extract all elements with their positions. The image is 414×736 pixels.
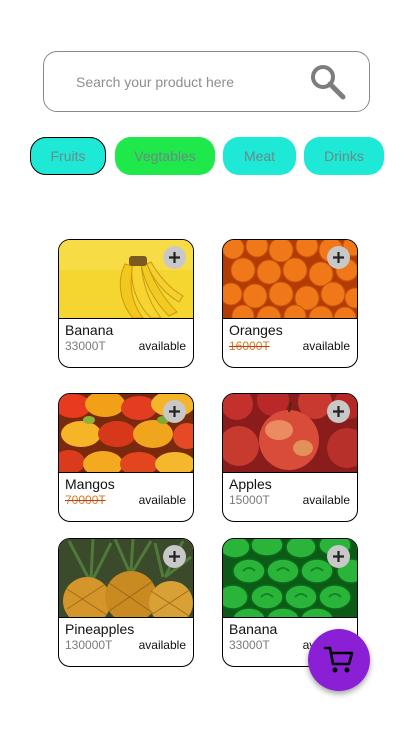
card-divider: [59, 617, 193, 618]
card-divider: [223, 472, 357, 473]
card-divider: [59, 472, 193, 473]
product-card[interactable]: Banana 33000T available: [58, 239, 194, 368]
product-name: Mangos: [65, 476, 115, 492]
card-divider: [223, 617, 357, 618]
plus-icon: [169, 551, 180, 562]
category-chip-drinks[interactable]: Drinks: [304, 137, 384, 175]
product-card[interactable]: Pineapples 130000T available: [58, 538, 194, 667]
plus-icon: [169, 406, 180, 417]
plus-icon: [169, 252, 180, 263]
plus-icon: [333, 252, 344, 263]
product-price: 15000T: [229, 493, 270, 507]
add-to-cart-button[interactable]: [163, 545, 186, 568]
add-to-cart-button[interactable]: [327, 545, 350, 568]
product-status: available: [302, 493, 350, 507]
category-chip-vegtables[interactable]: Vegtables: [115, 137, 215, 175]
plus-icon: [333, 551, 344, 562]
product-name: Pineapples: [65, 621, 135, 637]
search-icon[interactable]: [309, 63, 347, 101]
card-divider: [59, 318, 193, 319]
product-status: available: [138, 493, 186, 507]
product-price: 33000T: [65, 339, 106, 353]
product-status: available: [138, 339, 186, 353]
product-name: Banana: [65, 322, 114, 338]
product-status: available: [138, 638, 186, 652]
product-name: Banana: [229, 621, 278, 637]
add-to-cart-button[interactable]: [163, 246, 186, 269]
product-card[interactable]: Apples 15000T available: [222, 393, 358, 522]
product-name: Apples: [229, 476, 272, 492]
category-chip-fruits[interactable]: Fruits: [30, 137, 106, 175]
add-to-cart-button[interactable]: [163, 400, 186, 423]
add-to-cart-button[interactable]: [327, 246, 350, 269]
plus-icon: [333, 406, 344, 417]
cart-icon: [323, 646, 354, 673]
product-name: Oranges: [229, 322, 283, 338]
product-price: 70000T: [65, 493, 106, 507]
search-input[interactable]: [76, 52, 306, 111]
product-price: 16000T: [229, 339, 270, 353]
product-card[interactable]: Mangos 70000T available: [58, 393, 194, 522]
product-status: available: [302, 339, 350, 353]
add-to-cart-button[interactable]: [327, 400, 350, 423]
category-chip-meat[interactable]: Meat: [223, 137, 296, 175]
product-price: 33000T: [229, 638, 270, 652]
product-card[interactable]: Oranges 16000T available: [222, 239, 358, 368]
card-divider: [223, 318, 357, 319]
cart-button[interactable]: [308, 629, 370, 691]
product-price: 130000T: [65, 638, 113, 652]
